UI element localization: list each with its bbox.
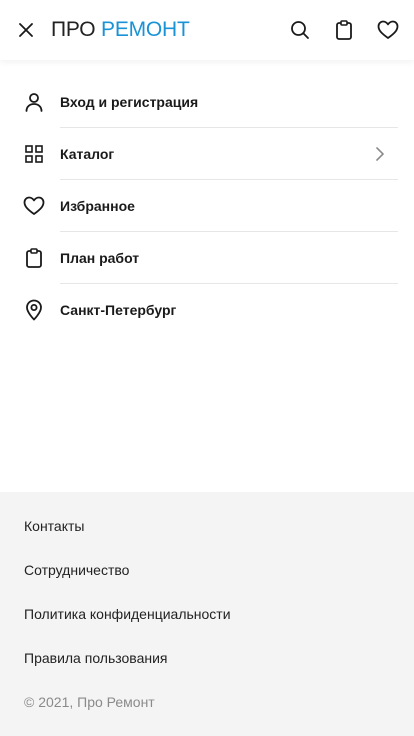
menu-item-city[interactable]: Санкт-Петербург [0,284,414,336]
footer-link-contacts[interactable]: Контакты [24,516,84,536]
menu-item-label: Вход и регистрация [60,94,199,110]
main-menu: Вход и регистрация Каталог Избранное Пла… [0,76,414,336]
mobile-menu-page: ПРО РЕМОНТ Вход и регистрация Каталог Из… [0,0,414,736]
footer: Контакты Сотрудничество Политика конфиде… [0,492,414,736]
chevron-right-icon [370,144,390,164]
user-icon [22,90,46,114]
close-button[interactable] [14,18,38,42]
top-header: ПРО РЕМОНТ [0,0,414,60]
footer-link-privacy-policy[interactable]: Политика конфиденциальности [24,604,231,624]
menu-item-label: Каталог [60,146,115,162]
menu-item-work-plan[interactable]: План работ [0,232,414,284]
favorites-button[interactable] [376,18,400,42]
heart-icon [377,20,399,39]
search-icon [291,21,309,39]
grid-icon [22,142,46,166]
work-plan-button[interactable] [332,18,356,42]
heart-icon [22,194,46,218]
clipboard-icon [22,246,46,270]
copyright: © 2021, Про Ремонт [24,694,155,710]
menu-item-login[interactable]: Вход и регистрация [0,76,414,128]
menu-item-label: Санкт-Петербург [60,302,177,318]
close-icon [19,23,33,37]
menu-item-favorites[interactable]: Избранное [0,180,414,232]
clipboard-icon [336,20,352,40]
footer-link-terms[interactable]: Правила пользования [24,648,168,668]
location-pin-icon [22,298,46,322]
menu-item-label: План работ [60,250,140,266]
logo[interactable]: ПРО РЕМОНТ [51,16,190,44]
menu-item-label: Избранное [60,198,135,214]
logo-remont: РЕМОНТ [101,18,190,41]
search-button[interactable] [288,18,312,42]
logo-pro: ПРО [51,18,96,41]
footer-link-cooperation[interactable]: Сотрудничество [24,560,129,580]
menu-item-catalog[interactable]: Каталог [0,128,414,180]
